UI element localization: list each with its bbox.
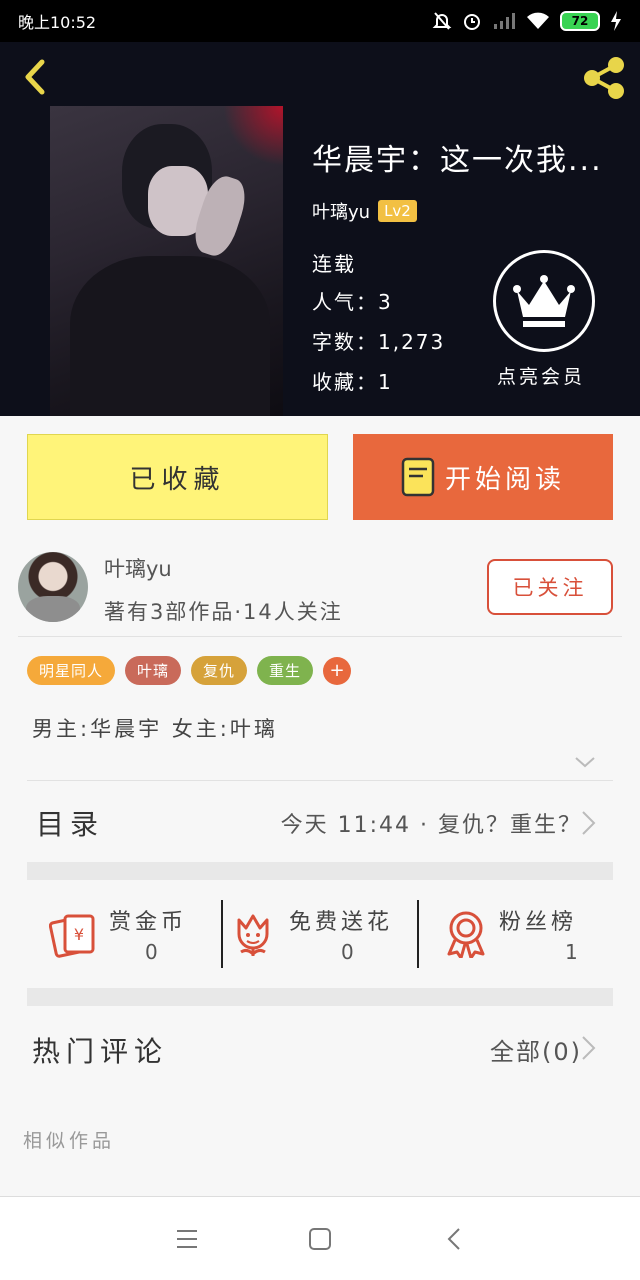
menu-icon[interactable] bbox=[176, 1229, 198, 1249]
section-separator bbox=[27, 862, 613, 880]
reward-stats: ¥ 赏金币 0 免费送花 0 粉丝榜 1 bbox=[27, 880, 613, 988]
section-separator bbox=[27, 988, 613, 1006]
toc-title: 目录 bbox=[36, 808, 105, 841]
red-envelope-icon: ¥ bbox=[49, 914, 95, 958]
book-author[interactable]: 叶璃yu bbox=[312, 198, 370, 224]
medal-icon bbox=[447, 911, 485, 958]
book-cover[interactable] bbox=[50, 106, 283, 416]
author-stats: 著有3部作品·14人关注 bbox=[104, 600, 343, 624]
book-status: 连载 bbox=[312, 252, 356, 276]
stat-value: 0 bbox=[341, 940, 354, 964]
back-icon[interactable] bbox=[446, 1227, 462, 1251]
wifi-icon bbox=[527, 12, 549, 29]
share-icon[interactable] bbox=[578, 52, 630, 104]
tag-item[interactable]: 叶璃 bbox=[125, 656, 182, 685]
divider bbox=[27, 780, 613, 781]
fan-ranking[interactable]: 粉丝榜 1 bbox=[419, 880, 613, 988]
vip-label[interactable]: 点亮会员 bbox=[497, 362, 585, 389]
book-author-row: 叶璃yu Lv2 bbox=[312, 198, 417, 224]
level-badge: Lv2 bbox=[378, 200, 417, 222]
stat-value: 0 bbox=[145, 940, 158, 964]
status-time: 晚上10:52 bbox=[18, 13, 97, 32]
book-title: 华晨宇：这一次我... bbox=[312, 143, 603, 178]
reward-coins[interactable]: ¥ 赏金币 0 bbox=[27, 880, 222, 988]
status-icons: 72 bbox=[432, 11, 622, 31]
home-square-icon[interactable] bbox=[309, 1228, 331, 1250]
tag-list: 明星同人 叶璃 复仇 重生 + bbox=[27, 656, 352, 685]
add-tag-button[interactable]: + bbox=[323, 656, 352, 685]
stat-label: 粉丝榜 bbox=[499, 910, 578, 935]
stat-label: 免费送花 bbox=[289, 910, 394, 935]
chevron-right-icon bbox=[582, 811, 596, 835]
similar-works-title: 相似作品 bbox=[23, 1130, 116, 1152]
favorited-button[interactable]: 已收藏 bbox=[27, 434, 328, 520]
system-nav-bar bbox=[0, 1196, 640, 1280]
start-reading-button[interactable]: 开始阅读 bbox=[353, 434, 613, 520]
tag-item[interactable]: 明星同人 bbox=[27, 656, 116, 685]
battery-indicator: 72 bbox=[560, 11, 600, 31]
tag-item[interactable]: 复仇 bbox=[191, 656, 248, 685]
free-flowers[interactable]: 免费送花 0 bbox=[223, 880, 416, 988]
chevron-right-icon bbox=[582, 1036, 596, 1060]
back-arrow-icon[interactable] bbox=[16, 57, 56, 97]
hot-comments-title: 热门评论 bbox=[32, 1035, 169, 1068]
flower-icon bbox=[237, 914, 269, 957]
alarm-icon bbox=[464, 14, 480, 30]
favorites-stat: 收藏：1 bbox=[312, 370, 393, 394]
mute-icon bbox=[432, 12, 452, 30]
crown-icon bbox=[513, 275, 575, 327]
chevron-down-icon[interactable] bbox=[573, 752, 597, 772]
vip-button[interactable] bbox=[493, 250, 595, 352]
author-name[interactable]: 叶璃yu bbox=[104, 553, 172, 583]
all-comments-link[interactable]: 全部(0) bbox=[490, 1032, 582, 1067]
svg-text:¥: ¥ bbox=[74, 925, 84, 944]
roles-text: 男主:华晨宇 女主:叶璃 bbox=[32, 717, 278, 741]
book-header: 华晨宇：这一次我... 叶璃yu Lv2 连载 人气：3 字数：1,273 收藏… bbox=[0, 42, 640, 416]
signal-icon bbox=[494, 13, 515, 29]
word-count-stat: 字数：1,273 bbox=[312, 330, 446, 354]
book-icon bbox=[401, 457, 435, 497]
divider bbox=[18, 636, 622, 637]
start-reading-label: 开始阅读 bbox=[444, 464, 565, 495]
stat-label: 赏金币 bbox=[109, 910, 188, 935]
author-avatar[interactable] bbox=[18, 552, 88, 622]
tag-item[interactable]: 重生 bbox=[257, 656, 314, 685]
popularity-stat: 人气：3 bbox=[312, 290, 393, 314]
stat-value: 1 bbox=[565, 940, 578, 964]
toc-latest-chapter: 今天 11:44 · 复仇？重生？ bbox=[280, 813, 582, 838]
charging-icon bbox=[611, 11, 621, 31]
status-bar: 晚上10:52 72 bbox=[0, 0, 640, 42]
following-button[interactable]: 已关注 bbox=[487, 559, 613, 615]
